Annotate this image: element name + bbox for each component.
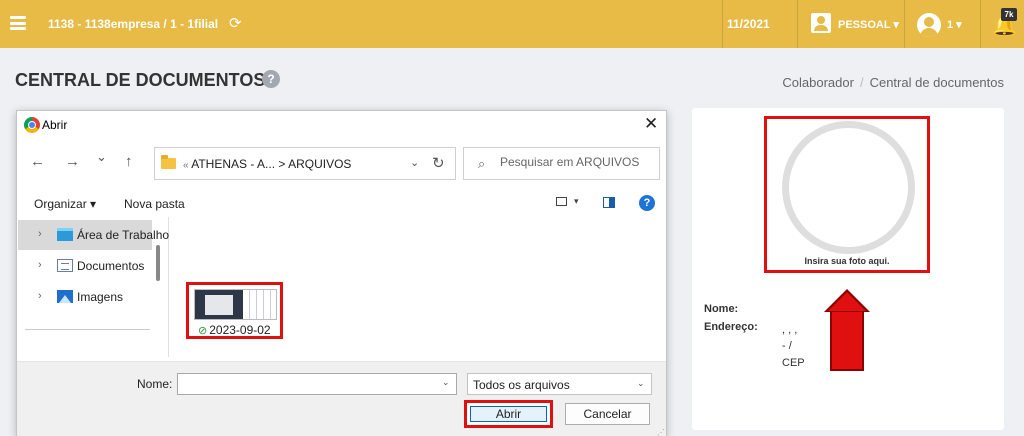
dialog-toolbar: Organizar ▾ Nova pasta ▾ ? — [17, 191, 666, 215]
address-label: Endereço: — [704, 321, 758, 333]
nav-item-label: Documentos — [77, 259, 145, 273]
breadcrumb-current: Central de documentos — [869, 75, 1004, 90]
file-type-value: Todos os arquivos — [473, 378, 570, 392]
pane-divider — [25, 329, 150, 330]
images-icon — [57, 290, 73, 303]
path-segment-athenas[interactable]: ATHENAS - A... — [191, 157, 275, 171]
sync-status-icon: ⊘ — [198, 325, 208, 337]
nova-pasta-button[interactable]: Nova pasta — [124, 197, 185, 211]
chevron-down-icon[interactable]: ⌄ — [442, 377, 450, 388]
top-bar: 1138 - 1138empresa / 1 - 1filial ⟳ 11/20… — [0, 0, 1024, 48]
user-menu[interactable]: 1 ▾ — [947, 18, 962, 31]
filename-label: Nome: — [137, 377, 173, 391]
documents-icon — [57, 259, 73, 272]
name-label: Nome: — [704, 303, 739, 315]
divider — [722, 0, 723, 48]
close-icon[interactable]: ✕ — [644, 114, 658, 134]
back-arrow-icon[interactable]: ← — [30, 153, 45, 170]
nav-item-imagens[interactable]: › Imagens — [18, 282, 152, 312]
nav-item-label: Área de Trabalho — [77, 228, 170, 242]
search-input[interactable] — [500, 155, 655, 169]
file-name: ⊘ 2023-09-02 — [198, 323, 271, 337]
page-title: CENTRAL DE DOCUMENTOS — [15, 70, 266, 90]
chevron-down-icon[interactable]: ⌄ — [410, 156, 419, 169]
address-bar[interactable]: « ATHENAS - A... > ARQUIVOS ⌄ ↻ — [154, 147, 456, 180]
view-caret-icon[interactable]: ▾ — [574, 196, 579, 207]
user-avatar-icon[interactable] — [917, 13, 941, 37]
cancel-button[interactable]: Cancelar — [565, 403, 650, 425]
search-box[interactable]: ⌕ — [463, 147, 660, 180]
view-options-icon[interactable] — [556, 197, 567, 206]
divider — [904, 0, 905, 48]
red-arrow-shaft — [830, 310, 864, 371]
file-name-label: 2023-09-02 — [209, 323, 271, 337]
up-arrow-icon[interactable]: ↑ — [125, 153, 133, 170]
red-arrow-up-icon — [824, 289, 870, 312]
photo-caption: Insira sua foto aqui. — [804, 256, 890, 266]
divider — [797, 0, 798, 48]
breadcrumb-colaborador[interactable]: Colaborador — [782, 75, 854, 90]
dialog-help-icon[interactable]: ? — [639, 195, 655, 211]
dialog-footer: Nome: ⌄ Todos os arquivos ⌄ Abrir Cancel… — [17, 361, 666, 436]
path-segment-arquivos[interactable]: ARQUIVOS — [288, 157, 351, 171]
organizar-button[interactable]: Organizar ▾ — [34, 197, 96, 211]
pessoal-menu[interactable]: PESSOAL ▾ — [838, 18, 899, 31]
company-selector[interactable]: 1138 - 1138empresa / 1 - 1filial — [48, 17, 218, 31]
dialog-title: Abrir — [42, 118, 68, 132]
chevron-down-icon: ⌄ — [637, 378, 645, 388]
help-icon[interactable]: ? — [262, 70, 280, 88]
file-thumbnail — [194, 289, 277, 320]
chevron-right-icon[interactable]: › — [38, 259, 42, 271]
scrollbar-thumb[interactable] — [156, 245, 160, 281]
path-separator: > — [278, 157, 286, 171]
nav-item-documentos[interactable]: › Documentos — [18, 251, 152, 281]
dialog-titlebar[interactable]: Abrir ✕ — [17, 111, 666, 139]
divider — [980, 0, 981, 48]
chevron-right-icon[interactable]: › — [38, 228, 42, 240]
address-line-3: CEP — [782, 357, 805, 369]
desktop-folder-icon — [57, 228, 73, 241]
navigation-pane: › Área de Trabalho › Documentos › Imagen… — [17, 217, 169, 357]
path-prefix: « — [183, 160, 189, 171]
open-button[interactable]: Abrir — [470, 406, 547, 422]
open-file-dialog: Abrir ✕ ← → ⌄ ↑ « ATHENAS - A... > ARQUI… — [16, 110, 667, 436]
photo-highlight-box — [764, 116, 930, 273]
chevron-right-icon[interactable]: › — [38, 290, 42, 302]
open-button-highlight: Abrir — [464, 400, 553, 428]
breadcrumb-separator: / — [859, 75, 864, 90]
filename-input[interactable] — [177, 373, 457, 395]
preview-pane-icon[interactable] — [603, 197, 615, 208]
breadcrumb: Colaborador / Central de documentos — [782, 75, 1004, 90]
period-selector[interactable]: 11/2021 — [727, 17, 770, 31]
hamburger-menu-icon[interactable] — [10, 16, 26, 30]
address-path: « ATHENAS - A... > ARQUIVOS — [183, 157, 351, 171]
address-line-1: , , , — [782, 324, 798, 336]
person-card-icon — [811, 13, 831, 33]
nav-item-area-de-trabalho[interactable]: › Área de Trabalho — [18, 220, 169, 250]
file-item[interactable]: ⊘ 2023-09-02 — [186, 282, 283, 339]
nav-item-label: Imagens — [77, 290, 124, 304]
forward-arrow-icon[interactable]: → — [65, 153, 80, 170]
address-line-2: - / — [782, 340, 792, 352]
file-type-select[interactable]: Todos os arquivos ⌄ — [467, 373, 652, 395]
recent-locations-icon[interactable]: ⌄ — [96, 149, 107, 165]
folder-icon — [161, 155, 176, 169]
refresh-icon[interactable]: ↻ — [432, 154, 445, 172]
search-icon: ⌕ — [478, 156, 486, 171]
resize-grip-icon[interactable]: ⋰ — [657, 428, 665, 436]
chrome-icon — [24, 117, 40, 133]
notification-badge: 7k — [1001, 8, 1017, 21]
sync-icon[interactable]: ⟳ — [229, 14, 242, 32]
navigation-row: ← → ⌄ ↑ « ATHENAS - A... > ARQUIVOS ⌄ ↻ … — [17, 147, 666, 181]
